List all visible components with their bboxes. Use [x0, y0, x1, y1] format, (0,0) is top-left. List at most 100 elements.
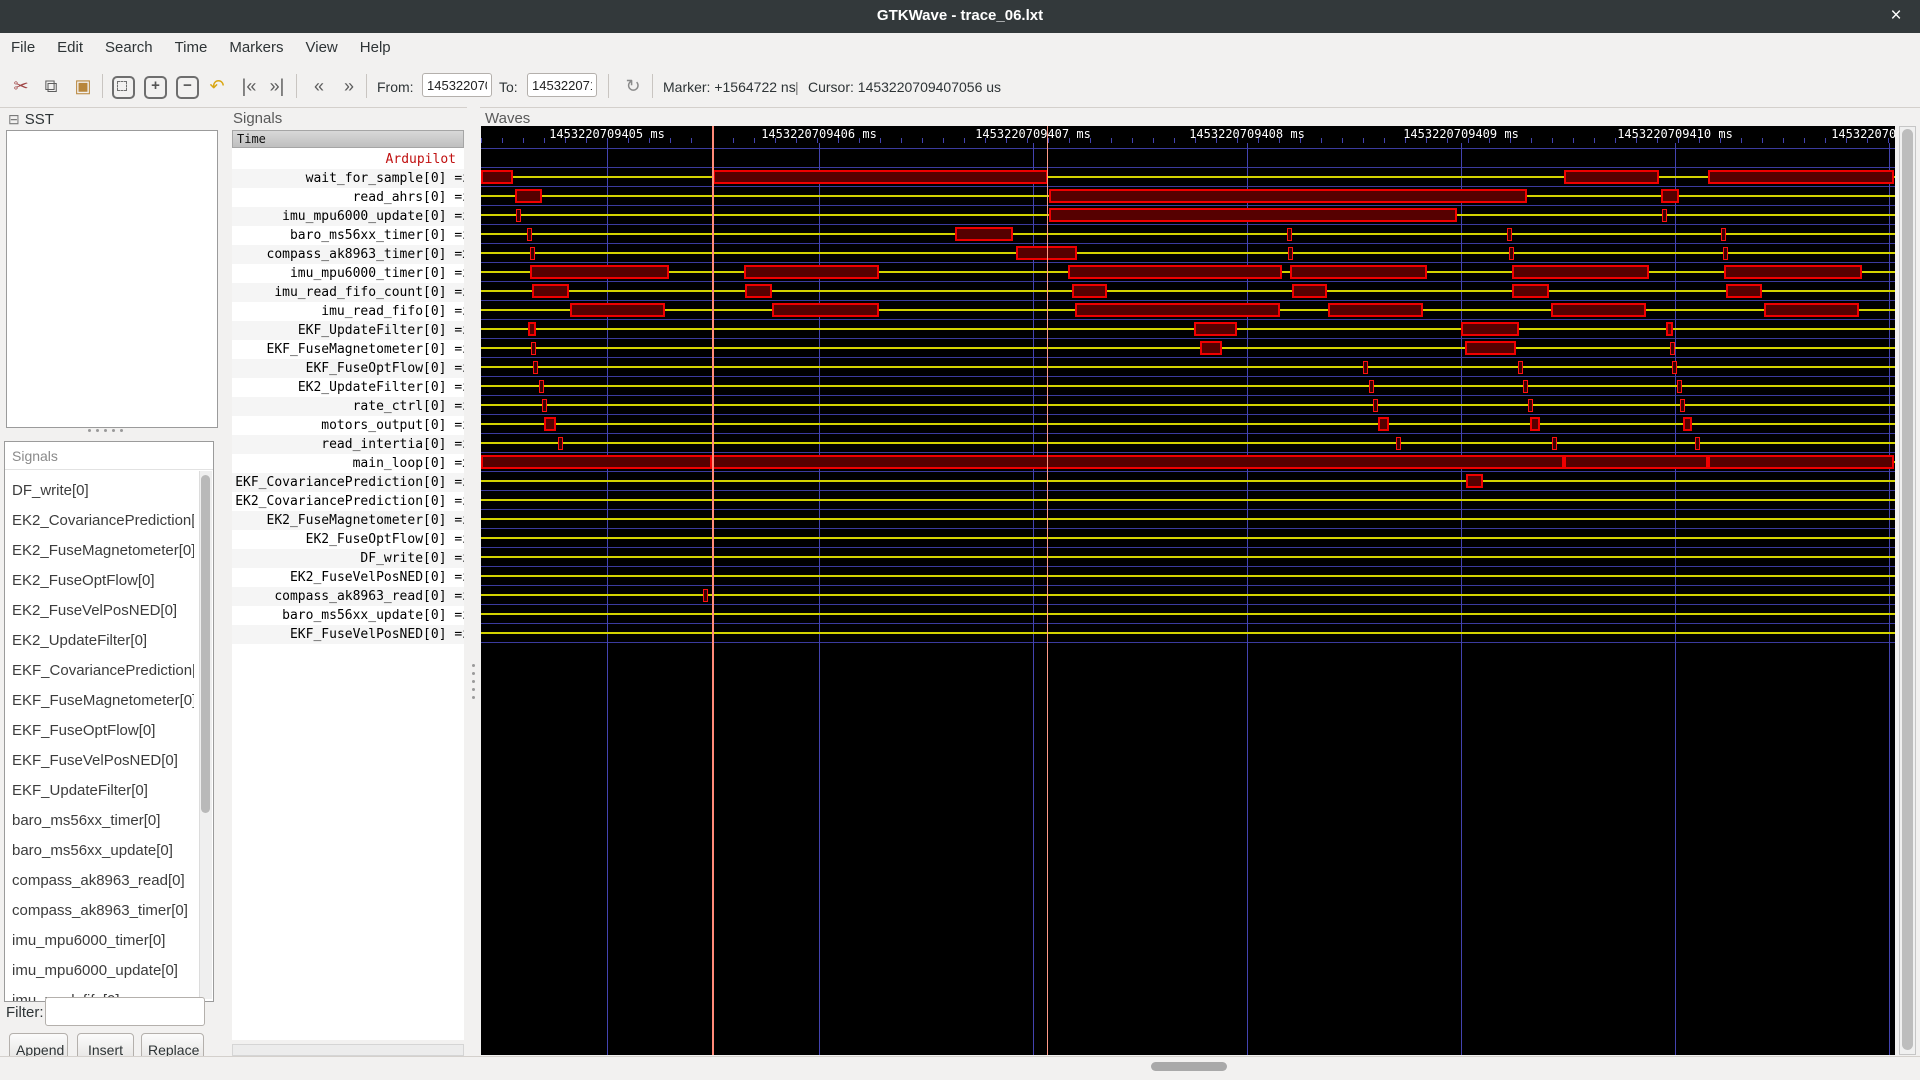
- signal-search-header: Signals: [5, 442, 213, 470]
- signal-row[interactable]: EK2_UpdateFilter[0] =z: [232, 378, 464, 397]
- search-list-item[interactable]: baro_ms56xx_update[0]: [5, 836, 194, 866]
- search-list-item[interactable]: compass_ak8963_timer[0]: [5, 896, 194, 926]
- copy-icon[interactable]: ⧉: [38, 74, 64, 98]
- search-list-item[interactable]: baro_ms56xx_timer[0]: [5, 806, 194, 836]
- signal-row[interactable]: read_intertia[0] =z: [232, 435, 464, 454]
- shift-left-icon[interactable]: «: [306, 74, 332, 98]
- scrollbar-thumb[interactable]: [1902, 129, 1913, 1050]
- search-list-item[interactable]: imu_mpu6000_timer[0]: [5, 926, 194, 956]
- signal-name-list[interactable]: Ardupilot wait_for_sample[0] =z read_ahrs[…: [232, 148, 464, 1040]
- title-bar[interactable]: GTKWave - trace_06.lxt ×: [0, 0, 1920, 33]
- search-list-item[interactable]: EKF_FuseVelPosNED[0]: [5, 746, 194, 776]
- wave-grid-hline: [481, 167, 1895, 168]
- cut-icon[interactable]: ✂: [8, 74, 34, 98]
- zoom-out-icon[interactable]: −: [176, 76, 199, 99]
- skip-right-icon[interactable]: »|: [264, 74, 290, 98]
- signal-row[interactable]: motors_output[0] =z: [232, 416, 464, 435]
- zoom-fit-icon[interactable]: [112, 76, 135, 99]
- search-list-item[interactable]: EK2_CovariancePrediction[0]: [5, 506, 194, 536]
- toolbar: + − From: To: Marker: +1564722 ns | Curs…: [0, 64, 1920, 108]
- sst-header[interactable]: ⊟ SST: [8, 111, 54, 128]
- signal-row[interactable]: EKF_CovariancePrediction[0] =z: [232, 473, 464, 492]
- menu-search[interactable]: Search: [94, 33, 164, 56]
- search-list-item[interactable]: EK2_FuseVelPosNED[0]: [5, 596, 194, 626]
- menu-help[interactable]: Help: [349, 33, 402, 56]
- signals-hscrollbar[interactable]: [232, 1044, 464, 1056]
- timescale-label: 1453220709406 ms: [761, 127, 877, 141]
- signal-row-label: EKF_FuseMagnetometer[0] =z: [266, 342, 465, 357]
- sst-tree[interactable]: [6, 130, 218, 428]
- signal-row[interactable]: read_ahrs[0] =z: [232, 188, 464, 207]
- menu-edit[interactable]: Edit: [46, 33, 94, 56]
- signal-row[interactable]: compass_ak8963_timer[0] =x: [232, 245, 464, 264]
- wave-hscrollbar[interactable]: [0, 1056, 1920, 1080]
- search-list-item[interactable]: EKF_FuseMagnetometer[0]: [5, 686, 194, 716]
- wave-pulse-tick: [1287, 228, 1292, 241]
- signal-row[interactable]: EK2_CovariancePrediction[0] =z: [232, 492, 464, 511]
- signal-row-label: DF_write[0] =z: [360, 551, 464, 566]
- signal-row-label: EK2_UpdateFilter[0] =z: [297, 380, 464, 395]
- wave-busy-segment: [1661, 189, 1679, 203]
- signal-row[interactable]: imu_read_fifo[0] =z: [232, 302, 464, 321]
- signal-row[interactable]: imu_mpu6000_timer[0] =z: [232, 264, 464, 283]
- signal-row[interactable]: EK2_FuseVelPosNED[0] =z: [232, 568, 464, 587]
- zoom-undo-icon[interactable]: ↶: [204, 74, 230, 98]
- search-list-item[interactable]: EK2_FuseOptFlow[0]: [5, 566, 194, 596]
- signal-row[interactable]: imu_mpu6000_update[0] =z: [232, 207, 464, 226]
- signal-row[interactable]: EK2_FuseOptFlow[0] =z: [232, 530, 464, 549]
- filter-input[interactable]: [45, 997, 205, 1026]
- signal-row[interactable]: EKF_UpdateFilter[0] =z: [232, 321, 464, 340]
- wave-pulse-tick: [530, 247, 535, 260]
- wave-grid-vline: [1889, 143, 1890, 1055]
- search-list-item[interactable]: EK2_FuseMagnetometer[0]: [5, 536, 194, 566]
- wave-pulse-tick: [1552, 437, 1557, 450]
- paste-icon[interactable]: ▣: [70, 74, 96, 98]
- vertical-splitter-handle[interactable]: [467, 106, 480, 1080]
- signal-row[interactable]: compass_ak8963_read[0] =z: [232, 587, 464, 606]
- wave-grid-hline: [481, 547, 1895, 548]
- search-list-item[interactable]: compass_ak8963_read[0]: [5, 866, 194, 896]
- menu-file[interactable]: File: [0, 33, 46, 56]
- menu-time[interactable]: Time: [164, 33, 219, 56]
- signal-row[interactable]: wait_for_sample[0] =z: [232, 169, 464, 188]
- wave-vscrollbar[interactable]: [1899, 126, 1916, 1055]
- wave-z-line: [481, 366, 1895, 368]
- horizontal-splitter-handle[interactable]: [88, 429, 132, 434]
- search-list-item[interactable]: DF_write[0]: [5, 476, 194, 506]
- signal-row[interactable]: baro_ms56xx_timer[0] =z: [232, 226, 464, 245]
- close-icon[interactable]: ×: [1884, 4, 1908, 28]
- menu-markers[interactable]: Markers: [218, 33, 294, 56]
- to-input[interactable]: [527, 73, 597, 97]
- signal-row[interactable]: baro_ms56xx_update[0] =z: [232, 606, 464, 625]
- scrollbar-thumb[interactable]: [201, 475, 210, 813]
- from-input[interactable]: [422, 73, 492, 97]
- search-list-item[interactable]: imu_mpu6000_update[0]: [5, 956, 194, 986]
- shift-right-icon[interactable]: »: [336, 74, 362, 98]
- search-list-scrollbar[interactable]: [199, 471, 212, 999]
- search-list-item[interactable]: EKF_FuseOptFlow[0]: [5, 716, 194, 746]
- zoom-in-icon[interactable]: +: [144, 76, 167, 99]
- signal-row[interactable]: EKF_FuseMagnetometer[0] =z: [232, 340, 464, 359]
- scrollbar-thumb[interactable]: [1151, 1062, 1227, 1071]
- signal-row[interactable]: EKF_FuseVelPosNED[0] =z: [232, 625, 464, 644]
- menu-view[interactable]: View: [295, 33, 349, 56]
- signal-row[interactable]: main_loop[0] =x: [232, 454, 464, 473]
- signal-group-row[interactable]: Ardupilot: [232, 150, 464, 169]
- signal-row[interactable]: DF_write[0] =z: [232, 549, 464, 568]
- signal-row-label: baro_ms56xx_timer[0] =z: [289, 228, 464, 243]
- wave-canvas[interactable]: [481, 143, 1895, 1055]
- time-column-header[interactable]: Time: [232, 130, 464, 148]
- search-list-item[interactable]: EK2_UpdateFilter[0]: [5, 626, 194, 656]
- signal-row[interactable]: EKF_FuseOptFlow[0] =z: [232, 359, 464, 378]
- collapse-icon[interactable]: ⊟: [8, 111, 20, 128]
- signal-row[interactable]: EK2_FuseMagnetometer[0] =z: [232, 511, 464, 530]
- timescale-bar[interactable]: 1453220709405 ms 1453220709406 ms 14532207…: [481, 126, 1895, 143]
- signal-row[interactable]: rate_ctrl[0] =z: [232, 397, 464, 416]
- wave-busy-segment: [1530, 417, 1540, 431]
- search-list-item[interactable]: EKF_UpdateFilter[0]: [5, 776, 194, 806]
- reload-icon[interactable]: ↻: [620, 74, 646, 98]
- search-list-item[interactable]: EKF_CovariancePrediction[0]: [5, 656, 194, 686]
- signal-row-label: imu_read_fifo[0] =z: [321, 304, 464, 319]
- skip-left-icon[interactable]: |«: [236, 74, 262, 98]
- signal-row[interactable]: imu_read_fifo_count[0] =z: [232, 283, 464, 302]
